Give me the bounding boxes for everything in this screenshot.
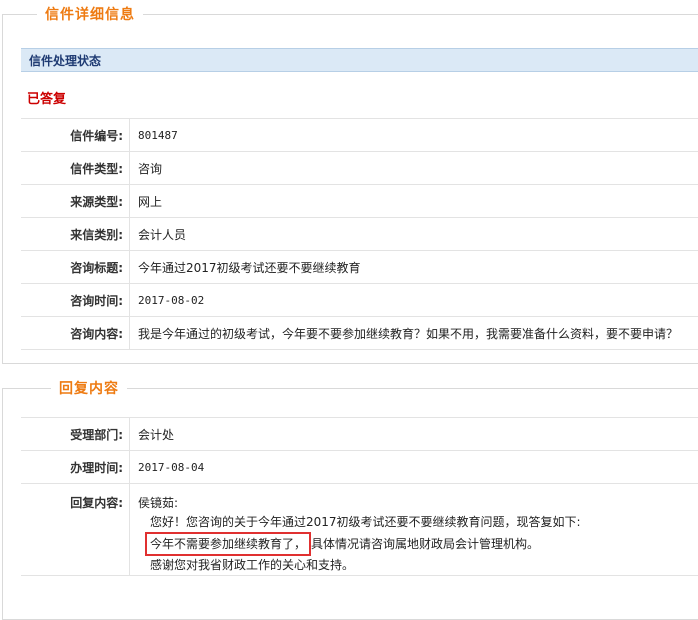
letter-id-value: 801487	[130, 119, 698, 152]
table-row: 咨询内容: 我是今年通过的初级考试，今年要不要参加继续教育？如果不用，我需要准备…	[21, 317, 698, 350]
table-row: 信件编号: 801487	[21, 119, 698, 152]
table-row: 办理时间: 2017-08-04	[21, 451, 698, 484]
inquiry-title-label: 咨询标题:	[21, 251, 130, 284]
inquiry-content-value: 我是今年通过的初级考试，今年要不要参加继续教育？如果不用，我需要准备什么资料，要…	[130, 317, 698, 350]
table-row: 来信类别: 会计人员	[21, 218, 698, 251]
letter-detail-panel: 信件详细信息 信件处理状态 已答复 信件编号: 801487 信件类型: 咨询 …	[2, 14, 698, 364]
inquiry-time-label: 咨询时间:	[21, 284, 130, 317]
letter-detail-title: 信件详细信息	[37, 4, 143, 26]
status-header-bar: 信件处理状态	[21, 48, 698, 72]
table-row: 受理部门: 会计处	[21, 418, 698, 451]
inquiry-title-value: 今年通过2017初级考试还要不要继续教育	[130, 251, 698, 284]
letter-type-label: 信件类型:	[21, 152, 130, 185]
department-value: 会计处	[130, 418, 698, 451]
letter-id-label: 信件编号:	[21, 119, 130, 152]
reply-greeting: 侯镜茹:	[138, 494, 698, 513]
letter-type-value: 咨询	[130, 152, 698, 185]
inquiry-content-label: 咨询内容:	[21, 317, 130, 350]
table-row: 咨询时间: 2017-08-02	[21, 284, 698, 317]
reply-line-3: 感谢您对我省财政工作的关心和支持。	[138, 556, 698, 575]
letter-category-value: 会计人员	[130, 218, 698, 251]
reply-line-2-rest: 具体情况请咨询属地财政局会计管理机构。	[311, 537, 539, 551]
source-type-label: 来源类型:	[21, 185, 130, 218]
status-badge: 已答复	[27, 88, 66, 107]
inquiry-time-value: 2017-08-02	[130, 284, 698, 317]
reply-panel: 回复内容 受理部门: 会计处 办理时间: 2017-08-04 回复内容: 侯镜…	[2, 388, 698, 620]
handle-time-value: 2017-08-04	[130, 451, 698, 484]
reply-content-value: 侯镜茹: 您好！您咨询的关于今年通过2017初级考试还要不要继续教育问题，现答复…	[130, 484, 698, 576]
status-header-label: 信件处理状态	[29, 52, 101, 69]
source-type-value: 网上	[130, 185, 698, 218]
table-row: 回复内容: 侯镜茹: 您好！您咨询的关于今年通过2017初级考试还要不要继续教育…	[21, 484, 698, 576]
table-row: 来源类型: 网上	[21, 185, 698, 218]
letter-info-table: 信件编号: 801487 信件类型: 咨询 来源类型: 网上 来信类别: 会计人…	[21, 118, 698, 350]
handle-time-label: 办理时间:	[21, 451, 130, 484]
reply-panel-title: 回复内容	[51, 378, 127, 400]
letter-category-label: 来信类别:	[21, 218, 130, 251]
reply-info-table: 受理部门: 会计处 办理时间: 2017-08-04 回复内容: 侯镜茹: 您好…	[21, 417, 698, 576]
reply-content-label: 回复内容:	[21, 484, 130, 576]
department-label: 受理部门:	[21, 418, 130, 451]
highlighted-answer: 今年不需要参加继续教育了，	[145, 532, 311, 556]
table-row: 信件类型: 咨询	[21, 152, 698, 185]
reply-line-1: 您好！您咨询的关于今年通过2017初级考试还要不要继续教育问题，现答复如下:	[138, 513, 698, 532]
reply-line-2: 今年不需要参加继续教育了，具体情况请咨询属地财政局会计管理机构。	[138, 532, 698, 556]
table-row: 咨询标题: 今年通过2017初级考试还要不要继续教育	[21, 251, 698, 284]
